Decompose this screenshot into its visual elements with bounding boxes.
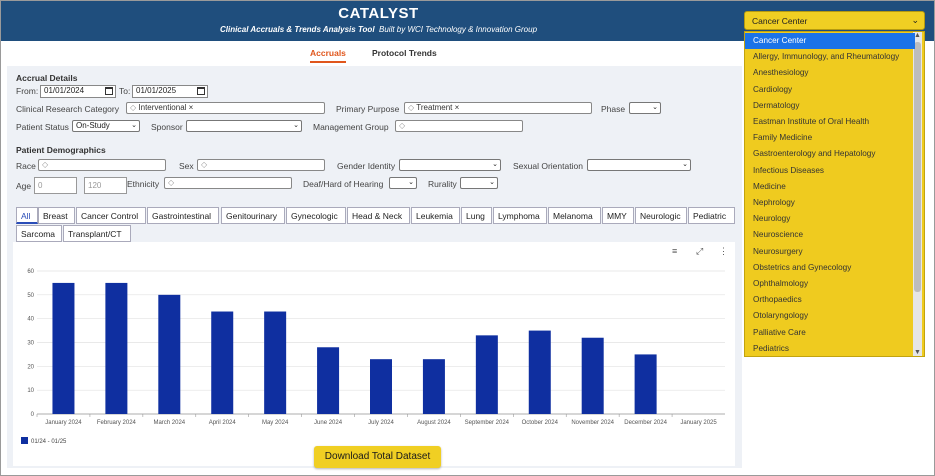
bar xyxy=(105,282,128,414)
department-option[interactable]: Neuroscience xyxy=(745,227,915,243)
y-tick-label: 0 xyxy=(31,412,35,418)
department-option[interactable]: Palliative Care xyxy=(745,325,915,341)
y-tick-label: 20 xyxy=(27,364,34,370)
department-option[interactable]: Family Medicine xyxy=(745,130,915,146)
x-tick-label: October 2024 xyxy=(522,420,559,426)
department-options-list: ▲ ▼ Cancer Center Allergy, Immunology, an… xyxy=(744,31,925,357)
x-tick-label: December 2024 xyxy=(624,420,667,426)
department-option[interactable]: Neurosurgery xyxy=(745,244,915,260)
department-option[interactable]: Eastman Institute of Oral Health xyxy=(745,114,915,130)
x-tick-label: January 2025 xyxy=(680,420,717,426)
department-option[interactable]: Anesthesiology xyxy=(745,65,915,81)
department-option[interactable]: Pediatrics xyxy=(745,341,915,356)
department-select[interactable]: Cancer Center ⌄ xyxy=(744,11,925,30)
bar xyxy=(634,354,657,414)
legend-swatch xyxy=(21,437,28,444)
x-tick-label: November 2024 xyxy=(571,420,614,426)
department-option[interactable]: Dermatology xyxy=(745,98,915,114)
x-tick-label: February 2024 xyxy=(97,420,137,426)
y-tick-label: 40 xyxy=(27,317,34,323)
x-tick-label: July 2024 xyxy=(368,420,394,426)
bar xyxy=(581,337,604,414)
x-tick-label: June 2024 xyxy=(314,420,343,426)
bar xyxy=(317,347,340,414)
x-tick-label: April 2024 xyxy=(209,420,237,426)
department-option[interactable]: Medicine xyxy=(745,179,915,195)
download-dataset-button[interactable]: Download Total Dataset xyxy=(314,446,441,468)
y-tick-label: 30 xyxy=(27,341,34,347)
department-option[interactable]: Infectious Diseases xyxy=(745,163,915,179)
department-option[interactable]: Orthopaedics xyxy=(745,292,915,308)
x-tick-label: March 2024 xyxy=(153,420,185,426)
y-tick-label: 60 xyxy=(27,269,34,275)
x-tick-label: May 2024 xyxy=(262,420,289,426)
department-option[interactable]: Gastroenterology and Hepatology xyxy=(745,146,915,162)
department-option[interactable]: Otolaryngology xyxy=(745,308,915,324)
bar xyxy=(52,282,75,414)
bar xyxy=(158,294,181,414)
department-option[interactable]: Obstetrics and Gynecology xyxy=(745,260,915,276)
department-selected-value: Cancer Center xyxy=(752,16,808,26)
y-tick-label: 10 xyxy=(27,388,34,394)
department-option[interactable]: Neurology xyxy=(745,211,915,227)
bar xyxy=(422,359,445,414)
dropdown-scrollbar-thumb[interactable] xyxy=(914,42,921,292)
y-tick-label: 50 xyxy=(27,293,34,299)
department-option[interactable]: Cancer Center xyxy=(745,33,915,49)
department-option[interactable]: Nephrology xyxy=(745,195,915,211)
bar xyxy=(475,335,498,414)
x-tick-label: September 2024 xyxy=(465,420,510,426)
bar xyxy=(370,359,392,414)
bar xyxy=(211,311,234,414)
department-option[interactable]: Ophthalmology xyxy=(745,276,915,292)
x-tick-label: August 2024 xyxy=(417,420,451,426)
bar xyxy=(528,330,551,414)
x-tick-label: January 2024 xyxy=(45,420,82,426)
legend-label: 01/24 - 01/25 xyxy=(31,439,67,445)
department-option[interactable]: Allergy, Immunology, and Rheumatology xyxy=(745,49,915,65)
bar xyxy=(264,311,287,414)
department-option[interactable]: Cardiology xyxy=(745,82,915,98)
chevron-down-icon: ⌄ xyxy=(911,15,919,25)
